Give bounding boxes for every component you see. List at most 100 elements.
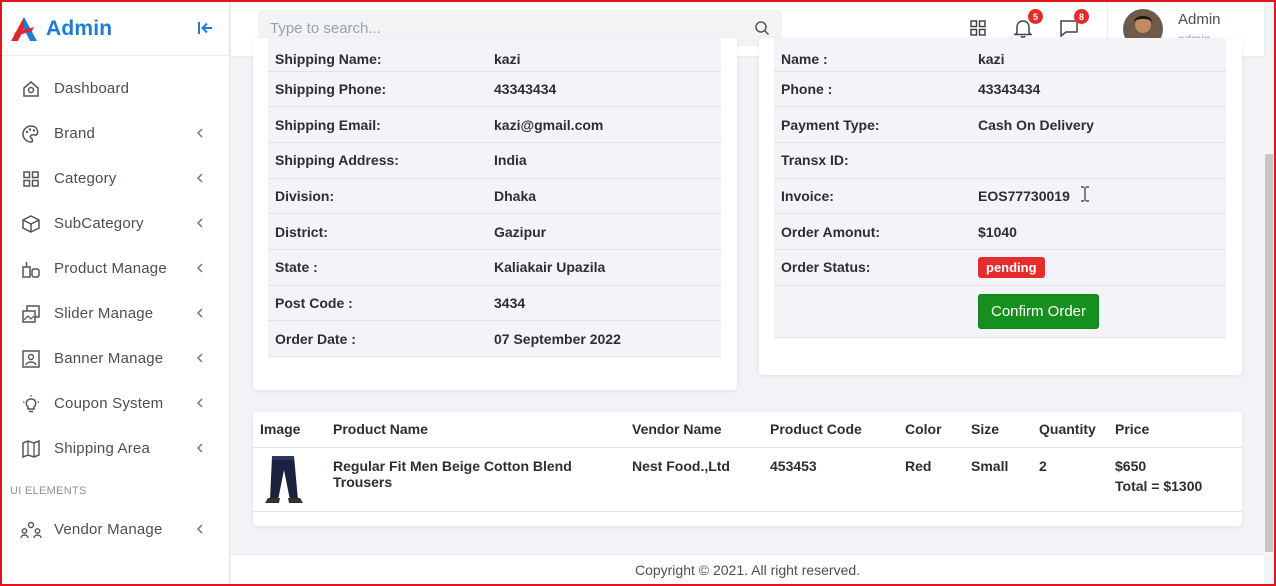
shipping-address-value: India [487,142,721,179]
table-row: Shipping Email: kazi@gmail.com [268,106,721,143]
sidebar-menu: Dashboard Brand Category SubCategory Pro… [2,56,229,471]
status-badge: pending [978,256,1045,278]
search-icon[interactable] [754,20,770,36]
phone-label: Phone : [774,71,971,108]
shipping-name-value: kazi [487,38,721,72]
footer: Copyright © 2021. All right reserved. [231,554,1264,584]
page-scrollbar[interactable] [1264,56,1274,554]
sidebar-item-label: Vendor Manage [54,521,163,538]
payment-type-label: Payment Type: [774,106,971,143]
sidebar-menu-ui: Vendor Manage [2,507,229,552]
shipping-email-label: Shipping Email: [268,106,487,143]
shipping-phone-label: Shipping Phone: [268,71,487,108]
grid-icon [20,168,42,190]
transaction-id-label: Transx ID: [774,142,971,179]
sidebar-item-label: Brand [54,125,96,142]
sidebar-item-slider-manage[interactable]: Slider Manage [2,291,229,336]
column-header-product-code: Product Code [763,412,898,448]
logo-icon [11,16,37,41]
phone-value: 43343434 [971,71,1226,108]
table-row: Name : kazi [774,38,1226,72]
notifications-bell-icon[interactable]: 5 [1011,9,1043,40]
product-total: Total = $1300 [1115,477,1203,494]
table-row: Post Code :3434 [268,285,721,322]
sidebar-item-product-manage[interactable]: Product Manage [2,246,229,291]
sidebar-item-label: Category [54,170,117,187]
invoice-label: Invoice: [774,178,971,215]
shipping-details-card: Shipping Name: kazi Shipping Phone: 433434… [253,38,737,390]
messages-badge: 8 [1074,9,1089,24]
palette-icon [20,123,42,145]
post-code-value: 3434 [487,285,721,322]
order-amount-value: $1040 [971,213,1226,250]
chevron-left-icon [196,353,203,363]
table-row: Shipping Phone: 43343434 [268,71,721,108]
sidebar-item-vendor-manage[interactable]: Vendor Manage [2,507,229,552]
column-header-product-name: Product Name [326,412,625,448]
chevron-left-icon [196,398,203,408]
table-row: Regular Fit Men Beige Cotton Blend Trous… [253,447,1242,512]
column-header-vendor-name: Vendor Name [625,412,763,448]
confirm-order-button[interactable]: Confirm Order [978,293,1100,329]
shipping-email-value: kazi@gmail.com [487,106,721,143]
order-date-label: Order Date : [268,320,487,357]
product-price-cell: $650 Total = $1300 [1108,447,1242,512]
shipping-name-label: Shipping Name: [268,38,487,72]
messages-icon[interactable]: 8 [1057,9,1089,40]
column-header-color: Color [898,412,964,448]
name-label: Name : [774,38,971,72]
sidebar-item-subcategory[interactable]: SubCategory [2,201,229,246]
order-status-cell: pending [971,249,1226,286]
scrollbar-thumb[interactable] [1265,154,1273,552]
table-row: Order Amonut: $1040 [774,213,1226,250]
order-date-value: 07 September 2022 [487,320,721,357]
empty-cell [774,285,971,338]
table-row: Transx ID: [774,142,1226,179]
table-row: District: Gazipur [268,213,721,250]
sidebar-item-dashboard[interactable]: Dashboard [2,66,229,111]
image-icon [20,348,42,370]
sidebar-item-banner-manage[interactable]: Banner Manage [2,336,229,381]
brand-name: Admin [46,16,113,40]
state-label: State : [268,249,487,286]
sidebar-item-label: Product Manage [54,260,167,277]
column-header-size: Size [964,412,1032,448]
sidebar-item-shipping-area[interactable]: Shipping Area [2,426,229,471]
table-row: Division: Dhaka [268,178,721,215]
chevron-left-icon [196,218,203,228]
name-value: kazi [971,38,1226,72]
sidebar-item-label: Coupon System [54,395,164,412]
sidebar-item-brand[interactable]: Brand [2,111,229,156]
column-header-image: Image [253,412,326,448]
sidebar-item-label: Slider Manage [54,305,154,322]
shipping-address-label: Shipping Address: [268,142,487,179]
sidebar-item-label: Shipping Area [54,440,151,457]
column-header-price: Price [1108,412,1242,448]
sidebar-item-coupon-system[interactable]: Coupon System [2,381,229,426]
search-placeholder: Type to search... [270,19,381,37]
notifications-badge: 5 [1028,9,1043,24]
collapse-sidebar-icon[interactable] [194,17,216,39]
sidebar-item-label: Banner Manage [54,350,164,367]
copyright-text: Copyright © 2021. All right reserved. [634,561,861,578]
confirm-cell: Confirm Order [971,285,1226,338]
products-card: Image Product Name Vendor Name Product C… [253,412,1242,526]
order-amount-label: Order Amonut: [774,213,971,250]
cube-icon [20,213,42,235]
sidebar-item-category[interactable]: Category [2,156,229,201]
table-row: Shipping Name: kazi [268,38,721,72]
sidebar-item-label: Dashboard [54,80,130,97]
shipping-details-table: Shipping Name: kazi Shipping Phone: 433434… [268,38,721,357]
sidebar-item-label: SubCategory [54,215,144,232]
district-value: Gazipur [487,213,721,250]
product-image [265,455,303,503]
apps-grid-icon[interactable] [966,16,990,40]
product-size: Small [964,447,1032,512]
table-row: Payment Type: Cash On Delivery [774,106,1226,143]
product-icon [20,258,42,280]
table-row: Invoice: EOS77730019 [774,178,1226,215]
transaction-id-value [971,142,1226,179]
chevron-left-icon [196,308,203,318]
order-details-table: Name : kazi Phone :43343434 Payment Type:… [774,38,1226,338]
order-details-card: Name : kazi Phone :43343434 Payment Type:… [759,38,1242,375]
